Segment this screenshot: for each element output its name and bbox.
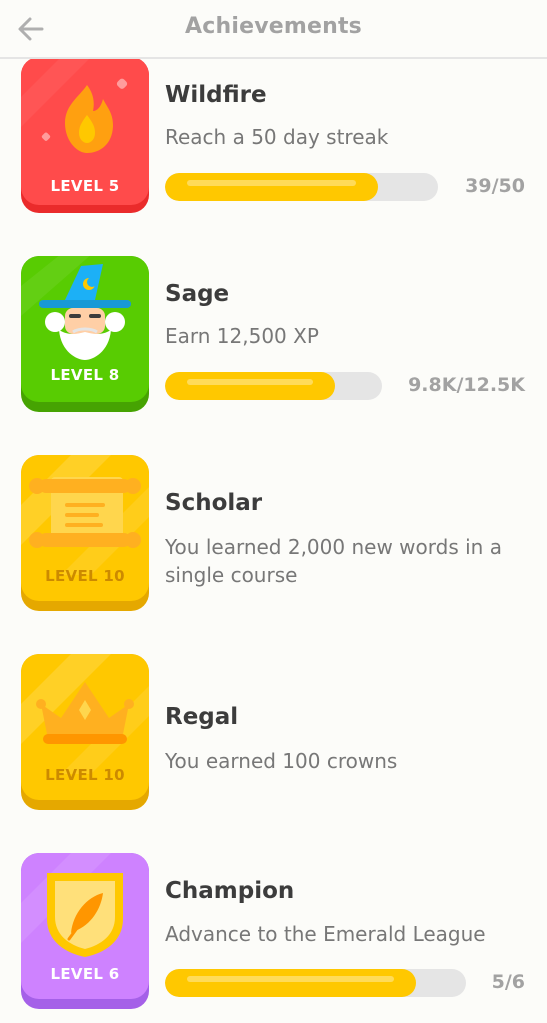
achievement-description: Reach a 50 day streak <box>165 125 389 149</box>
badge-level: LEVEL 10 <box>45 766 125 784</box>
achievement-description: Advance to the Emerald League <box>165 922 486 946</box>
progress-bar <box>165 173 438 201</box>
badge-level: LEVEL 10 <box>45 567 125 585</box>
progress-count: 5/6 <box>491 971 525 993</box>
app-header: Achievements <box>0 0 547 59</box>
achievement-badge: LEVEL 10 <box>21 654 149 810</box>
progress-bar <box>165 372 382 400</box>
achievement-wildfire[interactable]: LEVEL 5 Wildfire Reach a 50 day streak 3… <box>0 57 547 237</box>
achievement-name: Scholar <box>165 490 263 516</box>
progress-fill <box>165 969 416 997</box>
feather-shield-icon <box>21 853 149 999</box>
achievement-name: Wildfire <box>165 82 267 108</box>
progress-count: 39/50 <box>465 175 525 197</box>
badge-level: LEVEL 8 <box>50 366 120 384</box>
progress-count: 9.8K/12.5K <box>408 374 525 396</box>
achievement-sage[interactable]: LEVEL 8 Sage Earn 12,500 XP 9.8K/12.5K <box>0 256 547 436</box>
achievement-champion[interactable]: LEVEL 6 Champion Advance to the Emerald … <box>0 853 547 1023</box>
wizard-icon <box>21 256 149 402</box>
achievement-regal[interactable]: LEVEL 10 Regal You earned 100 crowns <box>0 654 547 834</box>
badge-level: LEVEL 6 <box>50 965 120 983</box>
achievement-badge: LEVEL 5 <box>21 57 149 213</box>
achievement-description: You learned 2,000 new words in a single … <box>165 535 502 587</box>
progress-bar <box>165 969 466 997</box>
scroll-icon <box>21 455 149 601</box>
achievement-name: Regal <box>165 704 239 730</box>
achievement-badge: LEVEL 10 <box>21 455 149 611</box>
achievement-badge: LEVEL 6 <box>21 853 149 1009</box>
badge-level: LEVEL 5 <box>50 177 120 195</box>
achievement-badge: LEVEL 8 <box>21 256 149 412</box>
progress-fill <box>165 173 378 201</box>
progress-fill <box>165 372 336 400</box>
crown-icon <box>21 654 149 800</box>
achievement-name: Champion <box>165 878 295 904</box>
achievement-name: Sage <box>165 281 230 307</box>
achievement-scholar[interactable]: LEVEL 10 Scholar You learned 2,000 new w… <box>0 455 547 635</box>
achievement-description: You earned 100 crowns <box>165 749 398 773</box>
achievement-description: Earn 12,500 XP <box>165 324 319 348</box>
page-title: Achievements <box>185 14 362 39</box>
